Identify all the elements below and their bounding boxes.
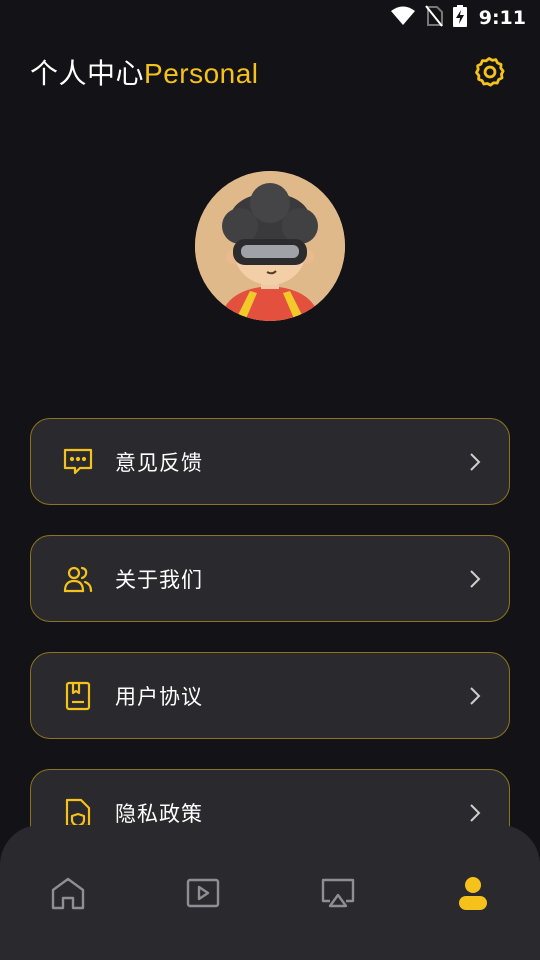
menu-item-feedback[interactable]: 意见反馈 [30,418,510,505]
chevron-right-icon [465,803,485,823]
users-icon [63,564,93,594]
status-time: 9:11 [478,7,526,29]
no-sim-icon [424,5,443,31]
play-icon [186,878,219,908]
wifi-icon [390,6,415,30]
cast-icon [321,878,354,908]
privacy-file-icon [63,798,93,828]
chat-bubble-icon [63,447,93,477]
menu-list: 意见反馈 关于我们 用户协议 隐私政策 [30,418,510,886]
bottom-nav [0,825,540,960]
menu-item-about[interactable]: 关于我们 [30,535,510,622]
nav-cast[interactable] [308,873,368,913]
user-icon [458,877,487,910]
settings-button[interactable] [470,52,510,92]
avatar[interactable] [195,171,345,321]
battery-charging-icon [452,5,467,31]
gear-icon [475,57,505,87]
page-title-cn: 个人中心 [30,57,145,90]
page-title: 个人中心Personal [30,52,259,92]
avatar-image [195,171,345,321]
document-icon [63,681,93,711]
page-title-en: Personal [144,58,259,89]
status-bar: 9:11 [0,0,540,36]
nav-profile[interactable] [443,873,503,913]
menu-item-label: 隐私政策 [115,801,203,826]
header: 个人中心Personal [30,52,510,92]
chevron-right-icon [465,569,485,589]
menu-item-label: 用户协议 [115,684,203,709]
menu-item-label: 关于我们 [115,567,203,592]
chevron-right-icon [465,452,485,472]
nav-video[interactable] [173,873,233,913]
menu-item-user-agreement[interactable]: 用户协议 [30,652,510,739]
menu-item-label: 意见反馈 [115,450,203,475]
nav-home[interactable] [38,873,98,913]
home-icon [51,877,84,910]
chevron-right-icon [465,686,485,706]
